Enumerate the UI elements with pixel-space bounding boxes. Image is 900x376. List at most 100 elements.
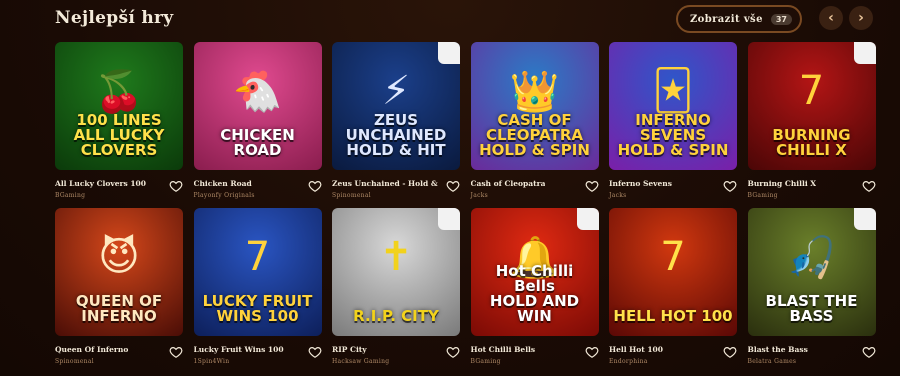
heart-icon[interactable] xyxy=(169,179,183,193)
game-name: Hot Chilli Bells xyxy=(470,345,536,354)
provider-corner-badge xyxy=(438,42,460,64)
game-art-glyph: 🃏 xyxy=(652,68,694,114)
game-provider: 1Spin4Win xyxy=(193,358,230,365)
game-thumbnail-title: LUCKY FRUIT WINS 100 xyxy=(202,292,313,325)
game-meta: Lucky Fruit Wins 100 1Spin4Win xyxy=(194,341,322,375)
game-name: All Lucky Clovers 100 xyxy=(55,179,146,188)
game-card[interactable]: ✝ R.I.P. CITY RIP City Hacksaw Gaming xyxy=(332,208,460,375)
game-thumbnail-title: R.I.P. CITY xyxy=(353,307,439,325)
game-meta: Inferno Sevens Jacks xyxy=(609,175,737,209)
game-thumbnail[interactable]: 7 BURNING CHILLI X xyxy=(747,42,876,170)
heart-icon[interactable] xyxy=(862,345,876,359)
game-meta: All Lucky Clovers 100 BGaming xyxy=(55,175,183,209)
show-all-button[interactable]: Zobrazit vše 37 xyxy=(675,5,802,33)
game-thumbnail[interactable]: 😈 QUEEN OF INFERNO xyxy=(55,208,183,336)
game-name: Inferno Sevens xyxy=(609,179,672,188)
game-thumbnail-title: QUEEN OF INFERNO xyxy=(75,292,163,325)
game-name: Zeus Unchained - Hold & Hit xyxy=(332,179,440,188)
game-card[interactable]: 🃏 INFERNO SEVENS HOLD & SPIN Inferno Seven… xyxy=(609,42,737,209)
game-card[interactable]: ⚡ ZEUS UNCHAINED HOLD & HIT Zeus Unchained… xyxy=(332,42,460,209)
heart-icon[interactable] xyxy=(308,179,322,193)
game-name: Cash of Cleopatra xyxy=(470,179,546,188)
game-name: Hell Hot 100 xyxy=(609,345,663,354)
game-thumbnail-title: 100 LINES ALL LUCKY CLOVERS xyxy=(73,111,165,159)
provider-corner-badge xyxy=(853,42,876,64)
game-meta: RIP City Hacksaw Gaming xyxy=(332,341,460,375)
game-art-glyph: ✝ xyxy=(379,234,413,280)
heart-icon[interactable] xyxy=(585,179,599,193)
game-provider: Belatra Games xyxy=(747,358,797,365)
game-thumbnail[interactable]: ⚡ ZEUS UNCHAINED HOLD & HIT xyxy=(332,42,460,170)
game-provider: BGaming xyxy=(747,192,778,199)
game-art-glyph: 😈 xyxy=(98,234,140,280)
game-meta: Blast the Bass Belatra Games xyxy=(748,341,876,375)
heart-icon[interactable] xyxy=(862,179,876,193)
carousel-next-button[interactable]: › xyxy=(849,6,873,30)
game-name: RIP City xyxy=(332,345,367,354)
game-provider: Jacks xyxy=(470,192,489,199)
game-provider: BGaming xyxy=(55,192,86,199)
game-thumbnail-title: Hot Chilli Bells HOLD AND WIN xyxy=(489,262,580,325)
game-provider: Hacksaw Gaming xyxy=(332,358,390,365)
game-provider: Spinomenal xyxy=(55,358,94,365)
provider-corner-badge xyxy=(438,208,460,230)
provider-corner-badge xyxy=(576,208,599,230)
heart-icon[interactable] xyxy=(308,345,322,359)
heart-icon[interactable] xyxy=(169,345,183,359)
game-card[interactable]: 🍒 100 LINES ALL LUCKY CLOVERS All Lucky Cl… xyxy=(55,42,183,209)
game-name: Burning Chilli X xyxy=(747,179,817,188)
game-provider: Jacks xyxy=(609,192,627,199)
game-art-glyph: 🐔 xyxy=(232,69,283,115)
game-art-glyph: 7 xyxy=(798,68,825,114)
game-thumbnail[interactable]: 7 LUCKY FRUIT WINS 100 xyxy=(193,208,322,336)
game-art-glyph: ⚡ xyxy=(381,68,411,114)
chevron-right-icon: › xyxy=(858,10,864,26)
game-card[interactable]: 👑 CASH OF CLEOPATRA HOLD & SPIN Cash of Cl… xyxy=(470,42,599,209)
game-meta: Burning Chilli X BGaming xyxy=(748,175,876,209)
heart-icon[interactable] xyxy=(723,345,737,359)
game-thumbnail-title: ZEUS UNCHAINED HOLD & HIT xyxy=(345,111,447,159)
game-thumbnail[interactable]: ✝ R.I.P. CITY xyxy=(332,208,460,336)
game-thumbnail-title: INFERNO SEVENS HOLD & SPIN xyxy=(617,111,729,159)
show-all-count-badge: 37 xyxy=(770,13,792,25)
section-title: Nejlepší hry xyxy=(55,8,174,28)
game-art-glyph: 7 xyxy=(244,234,271,280)
game-thumbnail-title: CASH OF CLEOPATRA HOLD & SPIN xyxy=(479,111,590,159)
game-thumbnail[interactable]: 🍒 100 LINES ALL LUCKY CLOVERS xyxy=(55,42,183,170)
heart-icon[interactable] xyxy=(723,179,737,193)
game-thumbnail[interactable]: 🐔 CHICKEN ROAD xyxy=(193,42,322,170)
game-provider: BGaming xyxy=(470,358,501,365)
game-card[interactable]: 7 BURNING CHILLI X Burning Chilli X BGaming xyxy=(747,42,876,209)
game-card[interactable]: 🐔 CHICKEN ROAD Chicken Road Playonfy Origin… xyxy=(193,42,322,209)
game-thumbnail[interactable]: 🎣 BLAST THE BASS xyxy=(747,208,876,336)
game-meta: Hot Chilli Bells BGaming xyxy=(471,341,599,375)
game-card[interactable]: 😈 QUEEN OF INFERNO Queen Of Inferno Spinome… xyxy=(55,208,183,375)
game-art-glyph: 🍒 xyxy=(94,69,144,115)
game-card[interactable]: 🎣 BLAST THE BASS Blast the Bass Belatra Gam… xyxy=(747,208,876,375)
game-card[interactable]: 7 LUCKY FRUIT WINS 100 Lucky Fruit Wins 10… xyxy=(193,208,322,375)
game-thumbnail-title: HELL HOT 100 xyxy=(613,307,733,325)
game-meta: Zeus Unchained - Hold & Hit Spinomenal xyxy=(332,175,460,209)
game-name: Blast the Bass xyxy=(747,345,808,354)
game-thumbnail[interactable]: 🃏 INFERNO SEVENS HOLD & SPIN xyxy=(609,42,737,170)
heart-icon[interactable] xyxy=(585,345,599,359)
game-thumbnail[interactable]: 👑 CASH OF CLEOPATRA HOLD & SPIN xyxy=(470,42,599,170)
game-thumbnail[interactable]: 7 HELL HOT 100 xyxy=(609,208,737,336)
game-thumbnail-title: BLAST THE BASS xyxy=(765,292,858,325)
game-meta: Hell Hot 100 Endorphina xyxy=(609,341,737,375)
heart-icon[interactable] xyxy=(446,179,460,193)
game-meta: Cash of Cleopatra Jacks xyxy=(471,175,599,209)
game-provider: Endorphina xyxy=(609,358,648,365)
game-name: Chicken Road xyxy=(193,179,252,188)
game-name: Queen Of Inferno xyxy=(55,345,129,354)
game-card[interactable]: 🔔 Hot Chilli Bells HOLD AND WIN Hot Chilli… xyxy=(470,208,599,375)
game-card[interactable]: 7 HELL HOT 100 Hell Hot 100 Endorphina xyxy=(609,208,737,375)
provider-corner-badge xyxy=(853,208,876,230)
game-art-glyph: 🎣 xyxy=(786,235,837,281)
game-provider: Playonfy Originals xyxy=(193,192,255,199)
section-header: Nejlepší hry Zobrazit vše 37 ‹ › xyxy=(55,5,873,33)
game-thumbnail[interactable]: 🔔 Hot Chilli Bells HOLD AND WIN xyxy=(470,208,599,336)
heart-icon[interactable] xyxy=(446,345,460,359)
carousel-prev-button[interactable]: ‹ xyxy=(819,6,843,30)
game-meta: Chicken Road Playonfy Originals xyxy=(194,175,322,209)
